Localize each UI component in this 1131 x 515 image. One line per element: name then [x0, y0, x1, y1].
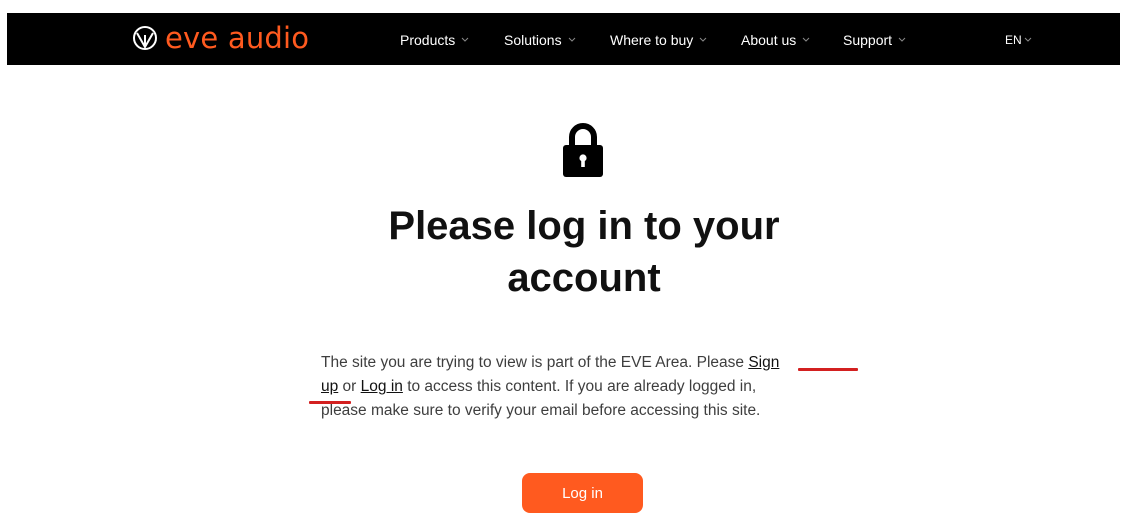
message-text-2: or	[338, 378, 361, 395]
logo-text: eve audio	[165, 21, 310, 55]
message-text-1: The site you are trying to view is part …	[321, 354, 749, 371]
sign-up-link[interactable]: Sign	[748, 354, 779, 371]
sign-up-link-continued[interactable]: up	[321, 378, 338, 395]
heading-line-2: account	[507, 256, 661, 300]
chevron-down-icon	[1024, 37, 1032, 42]
login-button[interactable]: Log in	[522, 473, 643, 513]
chevron-down-icon	[699, 37, 707, 42]
page-heading: Please log in to your account	[310, 200, 858, 304]
nav-products[interactable]: Products	[400, 31, 469, 49]
eve-audio-logo[interactable]: eve audio	[132, 23, 309, 53]
heading-line-1: Please log in to your	[388, 204, 780, 248]
nav-about-us[interactable]: About us	[741, 31, 810, 49]
top-navigation-bar: eve audio Products Solutions Where to bu…	[7, 13, 1120, 65]
language-label: EN	[1005, 33, 1022, 47]
nav-where-to-buy[interactable]: Where to buy	[610, 31, 707, 49]
language-selector[interactable]: EN	[1005, 31, 1032, 49]
chevron-down-icon	[898, 37, 906, 42]
nav-about-us-label: About us	[741, 32, 797, 48]
nav-where-to-buy-label: Where to buy	[610, 32, 694, 48]
nav-products-label: Products	[400, 32, 456, 48]
chevron-down-icon	[568, 37, 575, 42]
nav-solutions[interactable]: Solutions	[504, 31, 576, 49]
red-underline-annotation	[309, 401, 351, 404]
nav-support[interactable]: Support	[843, 31, 906, 49]
chevron-down-icon	[461, 37, 469, 42]
nav-support-label: Support	[843, 32, 893, 48]
log-in-link[interactable]: Log in	[361, 378, 403, 395]
access-message: The site you are trying to view is part …	[321, 351, 881, 423]
nav-solutions-label: Solutions	[504, 32, 562, 48]
lock-icon	[563, 123, 603, 177]
chevron-down-icon	[802, 37, 810, 42]
message-text-4: please make sure to verify your email be…	[321, 402, 761, 419]
message-text-3: to access this content. If you are alrea…	[402, 378, 757, 395]
red-underline-annotation	[798, 368, 858, 371]
eve-logo-icon	[133, 26, 157, 50]
